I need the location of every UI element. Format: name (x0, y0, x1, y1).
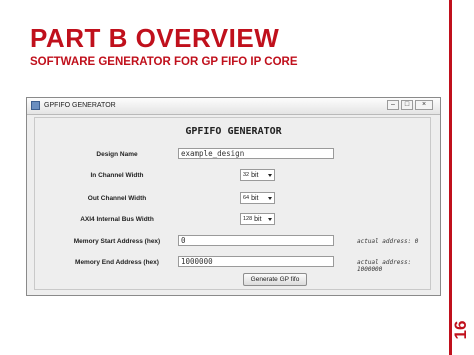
generator-form: GPFIFO GENERATOR Design Name example_des… (34, 117, 431, 290)
mem-start-input[interactable]: 0 (178, 235, 334, 246)
axi-bus-width-value: 128 (243, 216, 253, 222)
in-channel-width-value: 32 (243, 172, 250, 178)
design-name-input[interactable]: example_design (178, 148, 334, 159)
chevron-down-icon (268, 218, 272, 221)
close-button[interactable]: × (415, 100, 433, 110)
axi-bus-width-label: AXI4 Internal Bus Width (80, 216, 154, 223)
slide-title: PART B OVERVIEW (30, 23, 280, 53)
in-channel-width-label: In Channel Width (90, 172, 144, 179)
out-channel-width-value: 64 (243, 195, 250, 201)
mem-start-note: actual address: 0 (357, 238, 419, 245)
axi-bus-width-select[interactable]: 128 bit (240, 213, 275, 225)
window-title: GPFIFO GENERATOR (44, 102, 116, 109)
side-bar (449, 0, 474, 355)
mem-end-label: Memory End Address (hex) (75, 259, 159, 266)
chevron-down-icon (268, 197, 272, 200)
window-titlebar[interactable]: GPFIFO GENERATOR – □ × (27, 98, 440, 115)
app-icon (31, 101, 40, 110)
form-heading: GPFIFO GENERATOR (185, 126, 282, 137)
chevron-down-icon (268, 174, 272, 177)
in-channel-width-select[interactable]: 32 bit (240, 169, 275, 181)
mem-start-label: Memory Start Address (hex) (73, 238, 161, 245)
in-channel-width-unit: bit (251, 172, 259, 179)
minimize-button[interactable]: – (387, 100, 399, 110)
axi-bus-width-unit: bit (254, 216, 262, 223)
out-channel-width-select[interactable]: 64 bit (240, 192, 275, 204)
page-number: 16 (451, 320, 470, 340)
maximize-button[interactable]: □ (401, 100, 413, 110)
out-channel-width-label: Out Channel Width (87, 195, 147, 202)
out-channel-width-unit: bit (251, 195, 259, 202)
mem-end-input[interactable]: 1000000 (178, 256, 334, 267)
side-accent-line (449, 0, 452, 355)
design-name-label: Design Name (96, 151, 138, 158)
mem-end-note: actual address: 1000000 (357, 259, 412, 273)
generate-gp-fifo-button[interactable]: Generate GP fifo (243, 273, 307, 286)
app-window: GPFIFO GENERATOR – □ × GPFIFO GENERATOR … (26, 97, 441, 296)
slide-subtitle: SOFTWARE GENERATOR FOR GP FIFO IP CORE (30, 56, 298, 68)
